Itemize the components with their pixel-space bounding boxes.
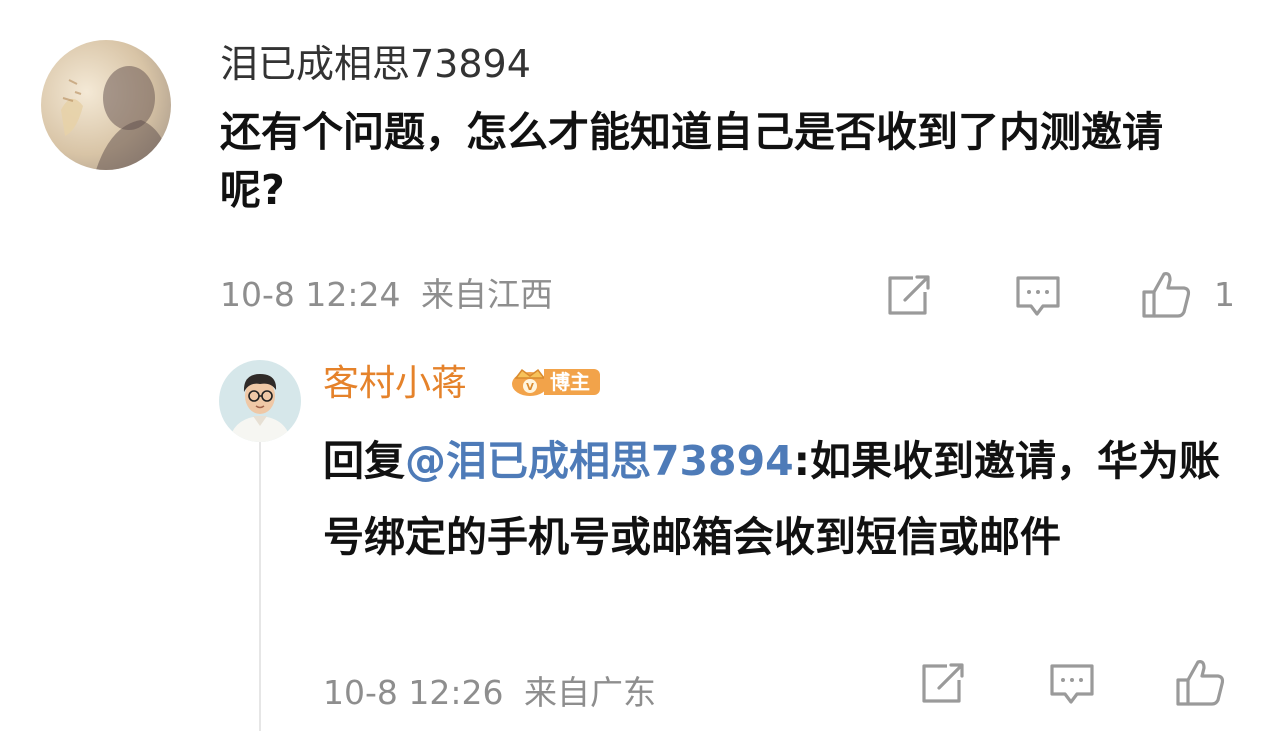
commenter-avatar[interactable]	[41, 40, 171, 170]
comment-like-count: 1	[1214, 275, 1235, 314]
reply-prefix: 回复	[323, 437, 405, 485]
repost-icon	[922, 663, 964, 703]
commenter-username[interactable]: 泪已成相思73894	[220, 40, 531, 88]
reply-comment-button[interactable]	[1047, 660, 1097, 708]
reply-meta: 10-8 12:26 来自广东	[323, 671, 656, 715]
reply-thread-line	[259, 440, 261, 731]
reply-like-button[interactable]	[1174, 656, 1228, 710]
comment-text: 还有个问题，怎么才能知道自己是否收到了内测邀请呢?	[220, 108, 1163, 214]
thumbs-up-icon	[1176, 660, 1225, 706]
replier-avatar[interactable]	[219, 360, 301, 442]
comment-timestamp: 10-8 12:24	[220, 275, 401, 314]
reply-location: 来自广东	[524, 673, 656, 712]
reply-repost-button[interactable]	[917, 660, 967, 706]
comment-comment-button[interactable]	[1013, 272, 1063, 320]
comment-icon	[1016, 276, 1060, 316]
blogger-badge-label: 博主	[544, 369, 600, 395]
user-avatar-photo-icon	[41, 40, 171, 170]
comment-thread: 泪已成相思73894 还有个问题，怎么才能知道自己是否收到了内测邀请呢? 10-…	[0, 0, 1280, 731]
comment-icon	[1050, 664, 1094, 704]
blogger-badge: V 博主	[510, 367, 600, 397]
reply-mention-link[interactable]: @泪已成相思73894	[405, 437, 794, 485]
reply-text: 回复@泪已成相思73894:如果收到邀请，华为账号绑定的手机号或邮箱会收到短信或…	[323, 423, 1253, 575]
replier-username[interactable]: 客村小蒋	[323, 360, 467, 408]
comment-location: 来自江西	[421, 275, 553, 314]
thumbs-up-icon	[1142, 272, 1191, 318]
blogger-avatar-illustration-icon	[219, 360, 301, 442]
comment-like-button[interactable]	[1140, 268, 1194, 322]
comment-repost-button[interactable]	[883, 272, 933, 318]
repost-icon	[888, 275, 930, 315]
svg-text:V: V	[526, 382, 534, 393]
reply-timestamp: 10-8 12:26	[323, 673, 504, 712]
comment-meta: 10-8 12:24 来自江西	[220, 273, 553, 317]
